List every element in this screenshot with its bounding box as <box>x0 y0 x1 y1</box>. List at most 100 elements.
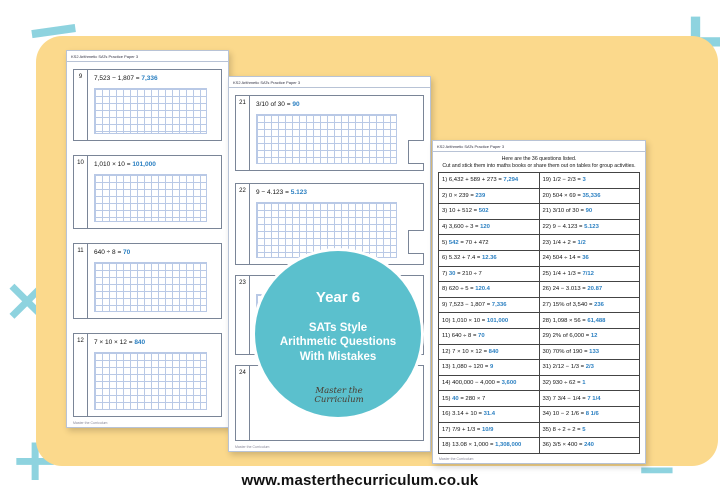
answer: 120.4 <box>475 286 490 293</box>
answer: 5 <box>582 426 586 433</box>
worksheet-footer: Master the Curriculum <box>73 421 108 425</box>
question-box: 21 3/10 of 30 = 90 <box>235 95 424 171</box>
worksheet-footer: Master the Curriculum <box>439 457 474 461</box>
table-cell: 31) 2/12 − 1/3 = 2/3 <box>538 359 640 376</box>
table-cell: 12) 7 × 10 × 12 = 840 <box>438 343 540 361</box>
answer: 1/2 <box>577 239 586 246</box>
table-row: 2) 0 × 239 = 239 20) 504 × 69 = 35,336 <box>438 187 640 205</box>
answer: 10/9 <box>481 426 494 433</box>
table-row: 12) 7 × 10 × 12 = 840 30) 70% of 190 = 13… <box>438 343 640 361</box>
website-url[interactable]: www.masterthecurriculum.co.uk <box>0 472 720 489</box>
answer: 120 <box>480 224 490 231</box>
answer: 7/12 <box>582 270 594 277</box>
badge-title: SATs Style Arithmetic Questions With Mis… <box>279 322 397 363</box>
table-cell: 28) 1,098 × 56 = 61,488 <box>538 312 640 329</box>
answer: 12.36 <box>481 255 497 262</box>
answer: 61,488 <box>587 317 606 324</box>
worksheet-header: KS2 Arithmetic SATs Practice Paper 3 <box>67 51 228 62</box>
answer-tab <box>408 140 424 164</box>
table-row: 16) 3.14 + 10 = 31.4 34) 10 − 2 1/6 = 8 1… <box>438 405 640 423</box>
table-cell: 15) 40 = 280 × 7 <box>438 390 540 407</box>
table-cell: 27) 15% of 3,540 = 236 <box>538 296 640 314</box>
answer: 7 1/4 <box>587 395 601 402</box>
answer: 20.87 <box>587 286 603 293</box>
working-grid <box>256 202 397 258</box>
question-number: 24 <box>236 366 250 440</box>
table-row: 7) 30 = 210 ÷ 7 25) 1/4 + 1/3 = 7/12 <box>438 265 640 283</box>
answer: 239 <box>475 192 486 199</box>
answer: 133 <box>589 348 600 355</box>
answer: 70 <box>123 249 131 256</box>
question-box: 10 1,010 × 10 = 101,000 <box>73 155 222 229</box>
table-cell: 36) 3/5 × 400 = 240 <box>538 437 640 454</box>
worksheet-header: KS2 Arithmetic SATs Practice Paper 3 <box>229 77 430 88</box>
table-cell: 5) 542 = 70 + 472 <box>438 234 540 251</box>
table-cell: 22) 9 − 4.123 = 5.123 <box>538 218 640 236</box>
answer: 7,336 <box>141 75 158 82</box>
table-cell: 16) 3.14 + 10 = 31.4 <box>438 405 540 423</box>
table-cell: 2) 0 × 239 = 239 <box>438 187 540 205</box>
answer: 12 <box>590 333 598 340</box>
question-text: 7 × 10 × 12 = 840 <box>94 339 146 346</box>
answer: 2/3 <box>585 364 594 371</box>
table-cell: 8) 620 ÷ 5 = 120.4 <box>438 281 540 298</box>
table-cell: 23) 1/4 + 2 = 1/2 <box>538 234 640 251</box>
table-cell: 35) 8 ÷ 2 ÷ 2 = 5 <box>538 421 640 439</box>
answer: 3,600 <box>501 380 517 387</box>
answer: 35,336 <box>582 192 601 199</box>
question-number: 10 <box>74 156 88 228</box>
answer: 31.4 <box>483 411 496 418</box>
table-row: 5) 542 = 70 + 472 23) 1/4 + 2 = 1/2 <box>438 234 640 251</box>
table-row: 13) 1,080 ÷ 120 = 9 31) 2/12 − 1/3 = 2/3 <box>438 359 640 376</box>
working-grid <box>94 88 207 134</box>
worksheet-footer: Master the Curriculum <box>235 445 270 449</box>
worksheet-header: KS2 Arithmetic SATs Practice Paper 3 <box>433 141 645 152</box>
answer: 9 <box>489 364 494 371</box>
question-number: 23 <box>236 276 250 354</box>
question-box: 12 7 × 10 × 12 = 840 <box>73 333 222 417</box>
answer: 5.123 <box>584 224 599 231</box>
table-cell: 6) 5.32 + 7.4 = 12.36 <box>438 249 540 267</box>
answer: 840 <box>134 339 146 346</box>
table-row: 4) 3,600 ÷ 3 = 120 22) 9 − 4.123 = 5.123 <box>438 218 640 236</box>
table-cell: 7) 30 = 210 ÷ 7 <box>438 265 540 283</box>
table-row: 17) 7/9 + 1/3 = 10/9 35) 8 ÷ 2 ÷ 2 = 5 <box>438 421 640 439</box>
question-text: 1,010 × 10 = 101,000 <box>94 161 156 168</box>
table-cell: 33) 7 3/4 − 1/4 = 7 1/4 <box>538 390 640 407</box>
question-number: 11 <box>74 244 88 318</box>
answer: 3 <box>582 177 586 184</box>
working-grid <box>94 352 207 410</box>
answer: 101,000 <box>486 317 509 324</box>
answer: 5.123 <box>290 189 307 196</box>
table-cell: 11) 640 ÷ 8 = 70 <box>438 327 540 345</box>
badge-year: Year 6 <box>315 289 361 306</box>
table-cell: 17) 7/9 + 1/3 = 10/9 <box>438 421 540 439</box>
table-cell: 32) 930 ÷ 62 = 1 <box>538 374 640 392</box>
question-box: 9 7,523 − 1,807 = 7,336 <box>73 69 222 141</box>
table-cell: 4) 3,600 ÷ 3 = 120 <box>438 218 540 236</box>
answer: 101,000 <box>132 161 156 168</box>
title-badge: Year 6 SATs Style Arithmetic Questions W… <box>255 251 421 417</box>
table-cell: 3) 10 + 512 = 502 <box>438 203 540 220</box>
question-text: 3/10 of 30 = 90 <box>256 101 300 108</box>
table-row: 10) 1,010 × 10 = 101,000 28) 1,098 × 56 =… <box>438 312 640 329</box>
answer: 840 <box>488 348 499 355</box>
table-row: 8) 620 ÷ 5 = 120.4 26) 24 − 3.013 = 20.87 <box>438 281 640 298</box>
question-number: 12 <box>74 334 88 416</box>
answer: 90 <box>585 208 593 215</box>
answer: 1,308,000 <box>495 442 522 449</box>
table-row: 11) 640 ÷ 8 = 70 29) 2% of 6,000 = 12 <box>438 327 640 345</box>
question-text: 640 ÷ 8 = 70 <box>94 249 131 256</box>
table-cell: 26) 24 − 3.013 = 20.87 <box>538 281 640 298</box>
table-row: 9) 7,523 − 1,807 = 7,336 27) 15% of 3,540… <box>438 296 640 314</box>
table-cell: 21) 3/10 of 30 = 90 <box>538 203 640 220</box>
worksheet-question-list: KS2 Arithmetic SATs Practice Paper 3 Her… <box>432 140 646 464</box>
question-text: 7,523 − 1,807 = 7,336 <box>94 75 158 82</box>
answer: 7,294 <box>503 177 519 184</box>
table-cell: 34) 10 − 2 1/6 = 8 1/6 <box>538 405 640 423</box>
question-number: 21 <box>236 96 250 170</box>
list-intro: Here are the 36 questions listed. Cut an… <box>442 156 636 169</box>
answer: 240 <box>584 442 594 449</box>
answer: 70 <box>478 333 485 340</box>
working-grid <box>94 174 207 222</box>
